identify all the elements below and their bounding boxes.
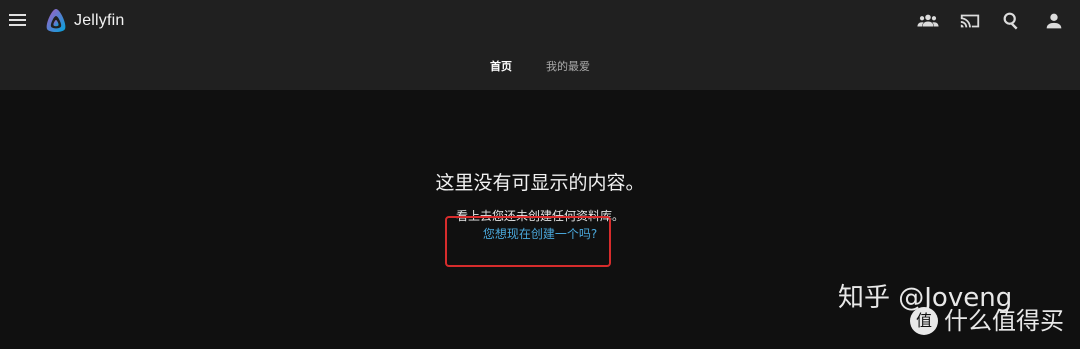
user-icon[interactable] [1040, 8, 1068, 34]
highlight-annotation [445, 216, 611, 267]
menu-icon[interactable] [8, 10, 28, 30]
watermark: 知乎 @Joveng 值 什么值得买 [838, 283, 1074, 335]
tab-favorites[interactable]: 我的最爱 [544, 56, 592, 80]
tab-home[interactable]: 首页 [488, 56, 514, 80]
watermark-smzdm: 值 什么值得买 [910, 307, 1064, 335]
watermark-badge: 值 [910, 307, 938, 335]
cast-icon[interactable] [956, 8, 984, 34]
jellyfin-logo-icon [46, 9, 66, 32]
app-title: Jellyfin [74, 12, 125, 29]
empty-state-title: 这里没有可显示的内容。 [435, 172, 645, 194]
app-logo[interactable]: Jellyfin [44, 7, 125, 35]
users-icon[interactable] [914, 8, 942, 34]
header-actions [914, 8, 1068, 34]
watermark-smzdm-text: 什么值得买 [944, 307, 1064, 335]
search-icon[interactable] [998, 8, 1026, 34]
home-tabs: 首页 我的最爱 [0, 56, 1080, 80]
app-header: Jellyfin 首页 我的最爱 [0, 0, 1080, 90]
top-bar: Jellyfin [0, 0, 1080, 42]
